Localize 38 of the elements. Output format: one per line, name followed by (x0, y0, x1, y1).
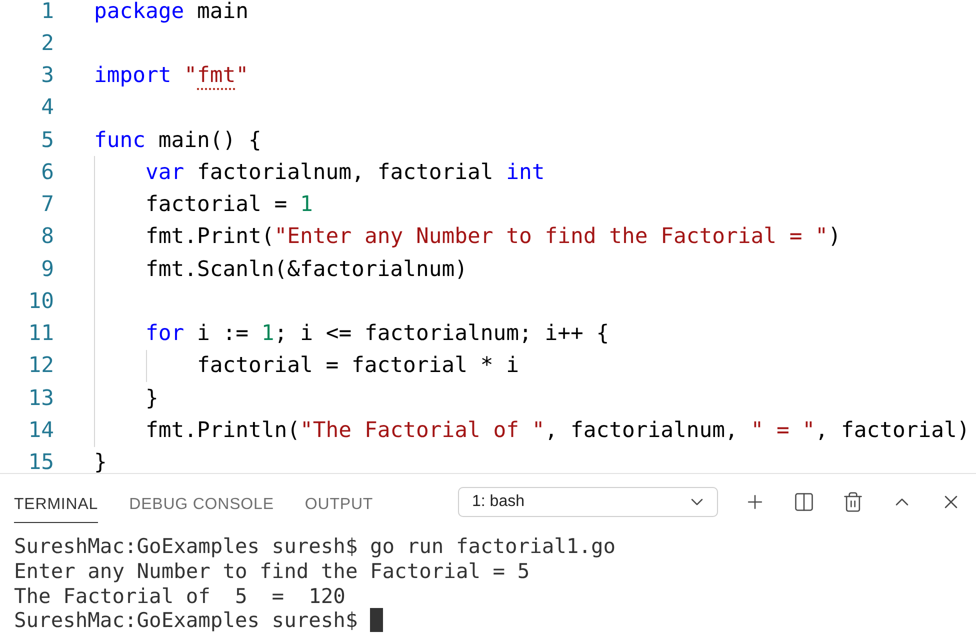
line-number: 2 (41, 32, 54, 54)
panel-tab[interactable]: OUTPUT (304, 487, 374, 523)
code-line: var factorialnum, factorial int (146, 162, 545, 183)
line-number: 9 (41, 258, 54, 280)
code-line: fmt.Scanln(&factorialnum) (146, 258, 468, 280)
code-line: } (146, 388, 158, 409)
line-number: 11 (28, 323, 54, 344)
line-number: 4 (41, 97, 54, 118)
panel-tab[interactable]: DEBUG CONSOLE (129, 487, 274, 523)
code-line: factorial = 1 (146, 194, 313, 216)
line-number: 15 (28, 452, 54, 473)
code-line: import "fmt" (94, 65, 249, 86)
terminal-line: The Factorial of 5 = 120 (14, 584, 346, 607)
line-number: 12 (28, 355, 54, 376)
code-line: factorial = factorial * i (197, 355, 519, 376)
terminal-line: Enter any Number to find the Factorial = 5 (14, 560, 530, 582)
terminal-line: SureshMac:GoExamples suresh$ go run factorial1.go (14, 535, 616, 558)
code-line: package main (94, 0, 249, 22)
line-number: 6 (41, 162, 54, 183)
panel-tab[interactable]: TERMINAL (14, 487, 98, 523)
line-number: 13 (28, 388, 54, 409)
code-line: fmt.Print("Enter any Number to find the Factorial = ") (146, 226, 841, 248)
code-line: fmt.Println("The Factorial of ", factorialnum, " = ", factorial) (146, 420, 970, 441)
terminal-prompt: SureshMac:GoExamples suresh$ (14, 609, 358, 632)
line-number: 3 (41, 65, 54, 86)
code-line: } (94, 452, 107, 473)
cursor-icon (370, 608, 383, 632)
line-number: 14 (28, 420, 54, 441)
line-number: 10 (28, 290, 54, 312)
line-number: 1 (41, 0, 54, 22)
trash-icon[interactable] (842, 491, 864, 513)
split-icon[interactable] (793, 491, 815, 513)
code-line: func main() { (94, 130, 262, 151)
line-number: 7 (41, 194, 54, 216)
line-number: 8 (41, 226, 54, 248)
line-number: 5 (41, 130, 54, 151)
terminal-select[interactable]: 1: bash (458, 487, 718, 517)
code-line: for i := 1; i <= factorialnum; i++ { (146, 323, 610, 344)
